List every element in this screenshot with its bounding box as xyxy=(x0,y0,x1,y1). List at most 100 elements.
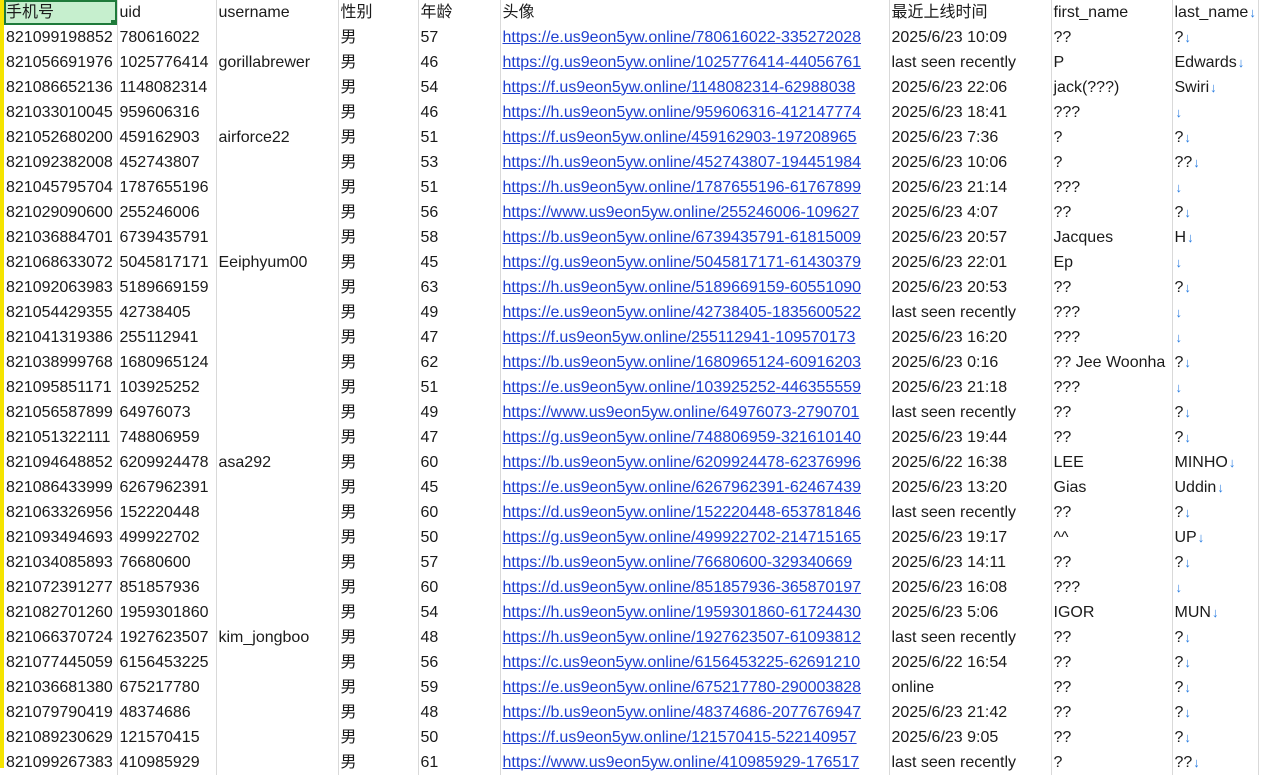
cell-last-seen[interactable]: 2025/6/23 21:18 xyxy=(889,375,1052,400)
cell-avatar[interactable]: https://f.us9eon5yw.online/255112941-109… xyxy=(500,325,890,350)
cell-first-name[interactable]: ?? xyxy=(1051,200,1173,225)
cell-first-name[interactable]: ??? xyxy=(1051,175,1173,200)
cell-uid[interactable]: 103925252 xyxy=(117,375,217,400)
cell-gender[interactable]: 男 xyxy=(338,550,419,575)
cell-first-name[interactable]: ??? xyxy=(1051,300,1173,325)
cell-phone[interactable]: 821092063983 xyxy=(4,275,118,300)
cell-uid[interactable]: 6156453225 xyxy=(117,650,217,675)
cell-avatar[interactable]: https://e.us9eon5yw.online/780616022-335… xyxy=(500,25,890,50)
cell-age[interactable]: 60 xyxy=(418,500,501,525)
cell-avatar[interactable]: https://g.us9eon5yw.online/748806959-321… xyxy=(500,425,890,450)
cell-age[interactable]: 60 xyxy=(418,575,501,600)
cell-uid[interactable]: 5045817171 xyxy=(117,250,217,275)
cell-username[interactable] xyxy=(216,550,339,575)
cell-gender[interactable]: 男 xyxy=(338,250,419,275)
cell-last-seen[interactable]: 2025/6/23 10:09 xyxy=(889,25,1052,50)
cell-age[interactable]: 51 xyxy=(418,175,501,200)
cell-last-seen[interactable]: 2025/6/23 20:53 xyxy=(889,275,1052,300)
cell-username[interactable]: asa292 xyxy=(216,450,339,475)
cell-first-name[interactable]: ? xyxy=(1051,150,1173,175)
cell-avatar[interactable]: https://www.us9eon5yw.online/410985929-1… xyxy=(500,750,890,775)
cell-gender[interactable]: 男 xyxy=(338,675,419,700)
cell-age[interactable]: 54 xyxy=(418,75,501,100)
cell-last-seen[interactable]: 2025/6/23 19:17 xyxy=(889,525,1052,550)
cell-uid[interactable]: 255112941 xyxy=(117,325,217,350)
cell-phone[interactable]: 821086433999 xyxy=(4,475,118,500)
cell-avatar[interactable]: https://h.us9eon5yw.online/959606316-412… xyxy=(500,100,890,125)
cell-age[interactable]: 57 xyxy=(418,550,501,575)
cell-username[interactable]: kim_jongboo xyxy=(216,625,339,650)
cell-first-name[interactable]: ?? xyxy=(1051,700,1173,725)
cell-username[interactable] xyxy=(216,350,339,375)
cell-username[interactable] xyxy=(216,575,339,600)
cell-last-name[interactable]: ↓ xyxy=(1172,575,1259,600)
cell-age[interactable]: 46 xyxy=(418,100,501,125)
cell-last-name[interactable]: ?↓ xyxy=(1172,350,1259,375)
cell-last-seen[interactable]: 2025/6/23 19:44 xyxy=(889,425,1052,450)
cell-gender[interactable]: 男 xyxy=(338,50,419,75)
cell-avatar[interactable]: https://e.us9eon5yw.online/675217780-290… xyxy=(500,675,890,700)
cell-gender[interactable]: 男 xyxy=(338,100,419,125)
cell-avatar[interactable]: https://www.us9eon5yw.online/255246006-1… xyxy=(500,200,890,225)
cell-first-name[interactable]: IGOR xyxy=(1051,600,1173,625)
cell-gender[interactable]: 男 xyxy=(338,300,419,325)
cell-last-seen[interactable]: 2025/6/23 21:14 xyxy=(889,175,1052,200)
cell-phone[interactable]: 821063326956 xyxy=(4,500,118,525)
cell-age[interactable]: 60 xyxy=(418,450,501,475)
cell-last-name[interactable]: ?↓ xyxy=(1172,550,1259,575)
cell-gender[interactable]: 男 xyxy=(338,475,419,500)
cell-avatar[interactable]: https://g.us9eon5yw.online/5045817171-61… xyxy=(500,250,890,275)
cell-phone[interactable]: 821089230629 xyxy=(4,725,118,750)
cell-last-seen[interactable]: online xyxy=(889,675,1052,700)
cell-last-name[interactable]: ↓ xyxy=(1172,175,1259,200)
cell-phone[interactable]: 821068633072 xyxy=(4,250,118,275)
cell-last-seen[interactable]: 2025/6/23 18:41 xyxy=(889,100,1052,125)
cell-phone[interactable]: 821036884701 xyxy=(4,225,118,250)
cell-phone[interactable]: 821092382008 xyxy=(4,150,118,175)
cell-age[interactable]: 62 xyxy=(418,350,501,375)
cell-phone[interactable]: 821033010045 xyxy=(4,100,118,125)
cell-age[interactable]: 51 xyxy=(418,125,501,150)
cell-last-name[interactable]: ?↓ xyxy=(1172,625,1259,650)
cell-uid[interactable]: 1787655196 xyxy=(117,175,217,200)
cell-last-name[interactable]: ??↓ xyxy=(1172,150,1259,175)
cell-uid[interactable]: 410985929 xyxy=(117,750,217,775)
cell-uid[interactable]: 1025776414 xyxy=(117,50,217,75)
cell-phone[interactable]: 821086652136 xyxy=(4,75,118,100)
cell-phone[interactable]: 821041319386 xyxy=(4,325,118,350)
cell-username[interactable] xyxy=(216,75,339,100)
cell-avatar[interactable]: https://h.us9eon5yw.online/1959301860-61… xyxy=(500,600,890,625)
cell-uid[interactable]: 121570415 xyxy=(117,725,217,750)
cell-username[interactable] xyxy=(216,300,339,325)
cell-uid[interactable]: 152220448 xyxy=(117,500,217,525)
cell-first-name[interactable]: ^^ xyxy=(1051,525,1173,550)
cell-first-name[interactable]: ??? xyxy=(1051,575,1173,600)
cell-first-name[interactable]: ? xyxy=(1051,125,1173,150)
cell-last-name[interactable]: ?↓ xyxy=(1172,400,1259,425)
cell-phone[interactable]: 821095851171 xyxy=(4,375,118,400)
cell-uid[interactable]: 1680965124 xyxy=(117,350,217,375)
cell-last-seen[interactable]: 2025/6/23 16:08 xyxy=(889,575,1052,600)
cell-avatar[interactable]: https://g.us9eon5yw.online/499922702-214… xyxy=(500,525,890,550)
cell-age[interactable]: 45 xyxy=(418,475,501,500)
cell-first-name[interactable]: ?? xyxy=(1051,725,1173,750)
cell-uid[interactable]: 499922702 xyxy=(117,525,217,550)
cell-first-name[interactable]: ?? xyxy=(1051,425,1173,450)
header-cell-age[interactable]: 年龄 xyxy=(418,0,501,25)
header-cell-avatar[interactable]: 头像 xyxy=(500,0,890,25)
cell-username[interactable] xyxy=(216,475,339,500)
cell-avatar[interactable]: https://h.us9eon5yw.online/5189669159-60… xyxy=(500,275,890,300)
cell-first-name[interactable]: ? xyxy=(1051,750,1173,775)
cell-avatar[interactable]: https://f.us9eon5yw.online/459162903-197… xyxy=(500,125,890,150)
cell-avatar[interactable]: https://d.us9eon5yw.online/851857936-365… xyxy=(500,575,890,600)
cell-username[interactable]: airforce22 xyxy=(216,125,339,150)
cell-last-name[interactable]: ?↓ xyxy=(1172,275,1259,300)
cell-username[interactable] xyxy=(216,425,339,450)
cell-first-name[interactable]: ?? Jee Woonha xyxy=(1051,350,1173,375)
cell-username[interactable] xyxy=(216,600,339,625)
header-cell-first-name[interactable]: first_name xyxy=(1051,0,1173,25)
cell-last-name[interactable]: UP↓ xyxy=(1172,525,1259,550)
cell-age[interactable]: 50 xyxy=(418,525,501,550)
cell-last-name[interactable]: ?↓ xyxy=(1172,125,1259,150)
cell-age[interactable]: 49 xyxy=(418,300,501,325)
